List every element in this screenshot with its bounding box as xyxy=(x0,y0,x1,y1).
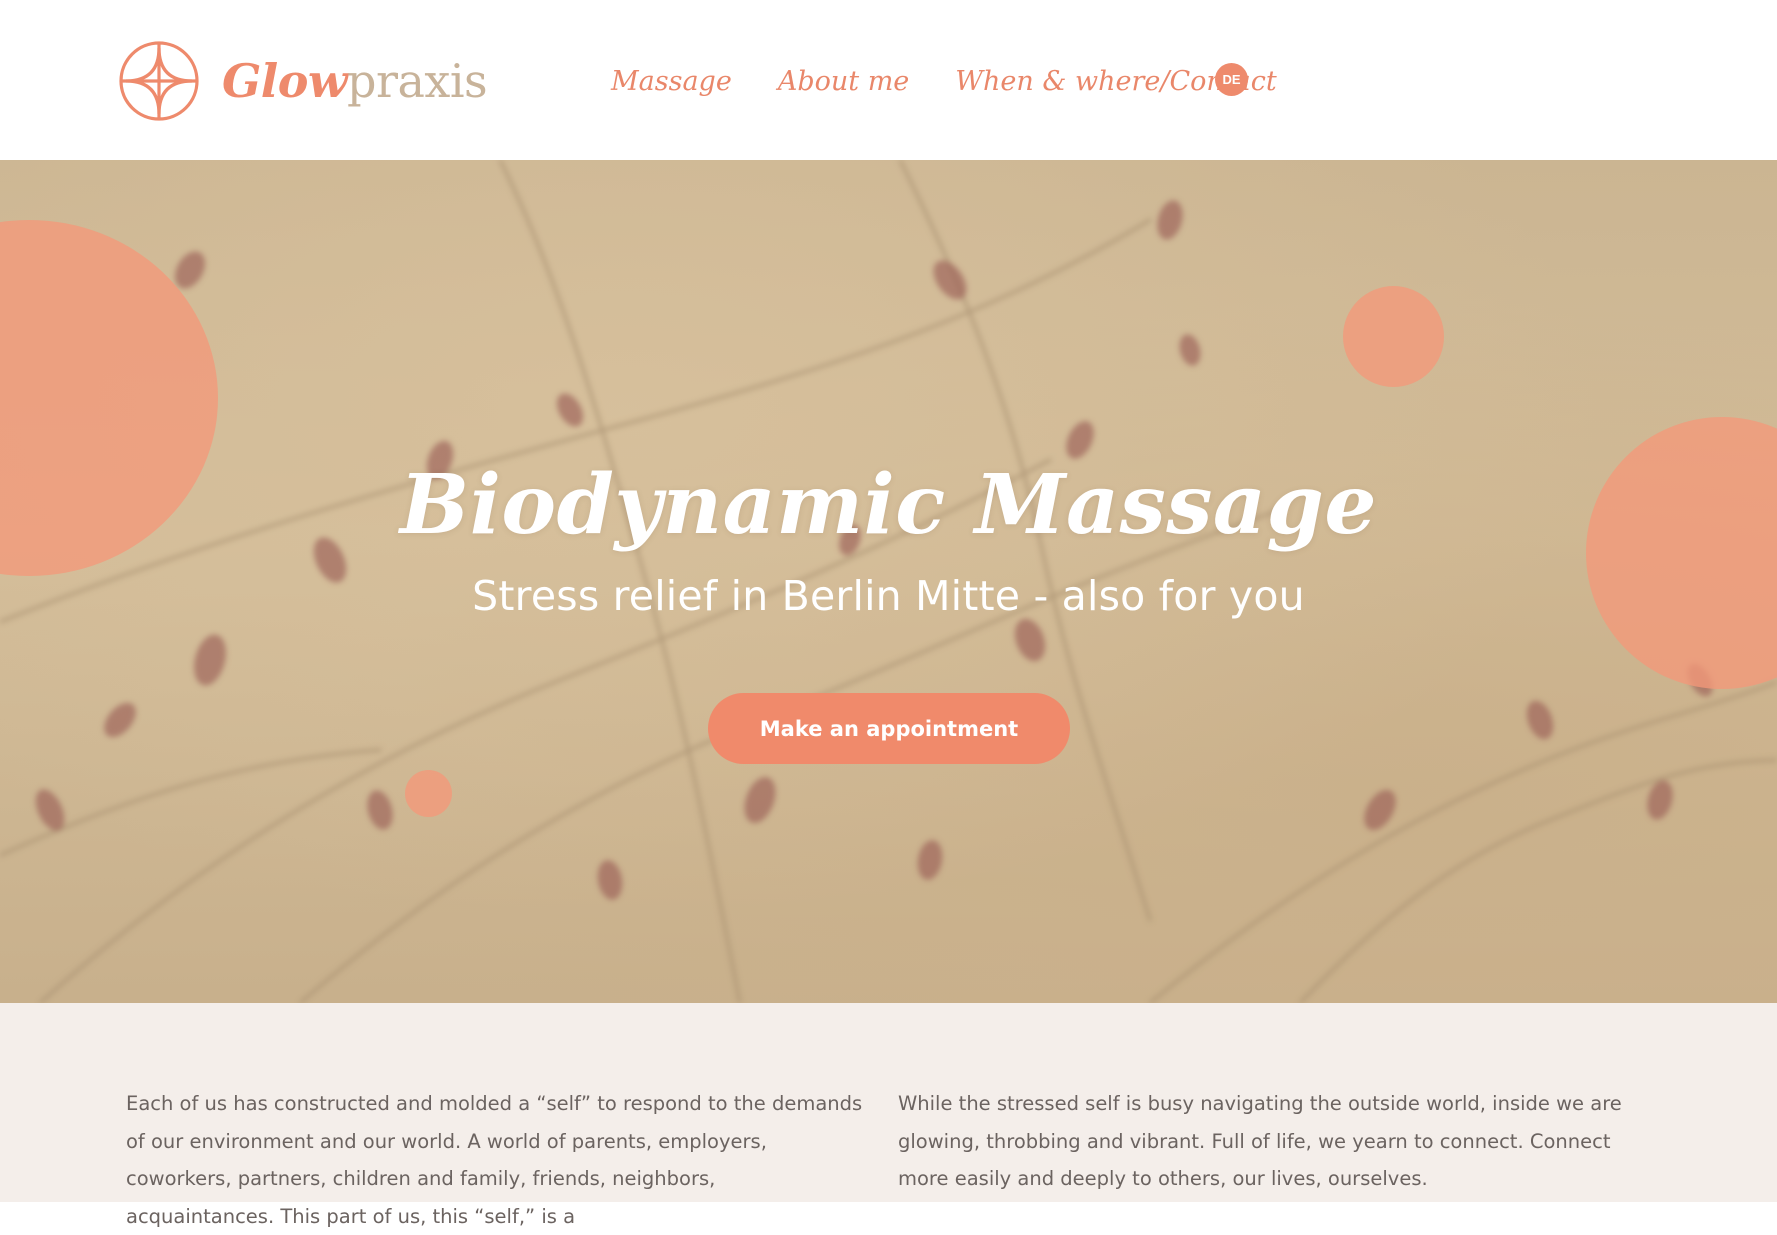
decor-circle-small-top xyxy=(1343,286,1444,387)
brand-light: praxis xyxy=(347,54,488,108)
hero-subtitle: Stress relief in Berlin Mitte - also for… xyxy=(472,572,1305,620)
main-nav: Massage About me When & where/Contact xyxy=(611,56,1277,106)
hero-section: Biodynamic Massage Stress relief in Berl… xyxy=(0,160,1777,1003)
glowpraxis-logo-icon xyxy=(119,41,199,121)
logo-link[interactable]: Glowpraxis xyxy=(0,0,488,160)
decor-circle-tiny xyxy=(405,770,452,817)
intro-section: Each of us has constructed and molded a … xyxy=(0,1003,1777,1228)
nav-item-massage[interactable]: Massage xyxy=(611,66,732,97)
language-switch-button[interactable]: DE xyxy=(1215,63,1248,96)
make-appointment-button[interactable]: Make an appointment xyxy=(708,693,1070,764)
site-header: Glowpraxis Massage About me When & where… xyxy=(0,0,1777,160)
nav-item-about-me[interactable]: About me xyxy=(778,66,909,97)
brand-strong: Glow xyxy=(222,54,348,108)
hero-title: Biodynamic Massage xyxy=(399,457,1378,553)
intro-paragraph-left: Each of us has constructed and molded a … xyxy=(126,1092,863,1228)
intro-paragraph-right: While the stressed self is busy navigati… xyxy=(898,1092,1622,1190)
brand-wordmark: Glowpraxis xyxy=(222,46,488,116)
